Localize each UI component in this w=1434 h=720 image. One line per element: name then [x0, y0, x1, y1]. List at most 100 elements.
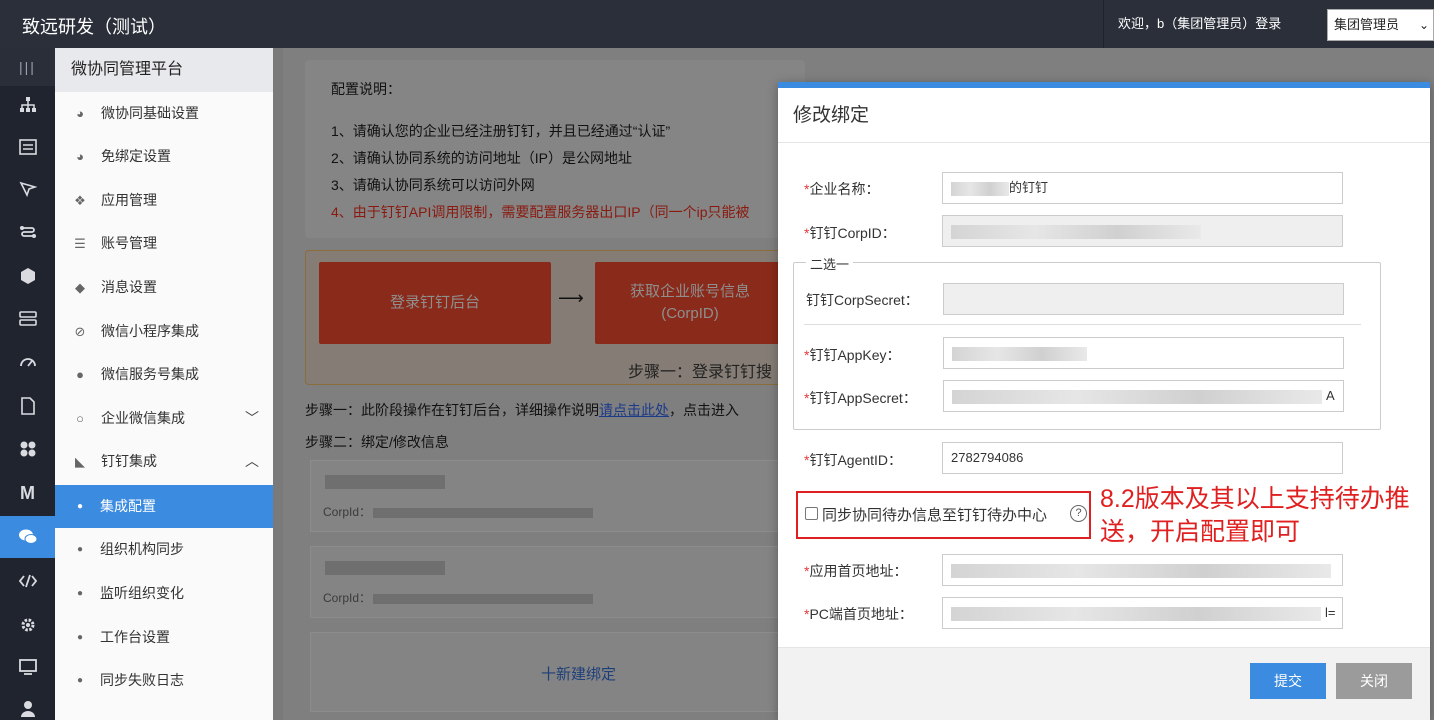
binding-name-masked: [325, 475, 445, 489]
server-icon[interactable]: [0, 298, 55, 340]
sidebar-item-no-bind-settings[interactable]: ◕ 免绑定设置: [55, 135, 273, 178]
bullet-icon: ●: [77, 632, 84, 643]
monitor-icon[interactable]: [0, 646, 55, 688]
step-card-line: (CorpID): [661, 305, 719, 322]
sidebar-item-label: 钉钉集成: [101, 453, 157, 469]
apps-icon[interactable]: [0, 428, 55, 470]
chat-icon: ○: [76, 411, 84, 426]
link-icon: ⊘: [74, 324, 86, 339]
submit-button[interactable]: 提交: [1250, 663, 1326, 699]
flow-icon[interactable]: [0, 211, 55, 253]
close-button[interactable]: 关闭: [1336, 663, 1412, 699]
sidebar-item-dingtalk[interactable]: ◣ 钉钉集成 ︿: [55, 440, 273, 483]
sidebar-subitem-label: 监听组织变化: [100, 585, 184, 601]
sidebar-item-app-management[interactable]: ❖ 应用管理: [55, 179, 273, 222]
company-name-input[interactable]: 的钉钉: [942, 172, 1343, 204]
org-tree-icon[interactable]: [0, 84, 55, 126]
chevron-up-icon: ︿: [245, 453, 259, 469]
corp-secret-input[interactable]: [943, 283, 1344, 315]
new-binding-label: 十新建绑定: [541, 666, 617, 683]
dashboard-icon: ◕: [76, 149, 84, 164]
sidebar-item-label: 应用管理: [101, 192, 157, 208]
step1-link[interactable]: 请点击此处: [599, 402, 669, 418]
sidebar-subitem-integration-config[interactable]: ● 集成配置: [55, 485, 273, 528]
step1-text: 步骤一：此阶段操作在钉钉后台，详细操作说明: [305, 402, 599, 418]
role-select[interactable]: 集团管理员 ⌄: [1327, 9, 1434, 41]
sidebar-item-label: 企业微信集成: [101, 410, 185, 426]
notice-line: 3、请确认协同系统可以访问外网: [331, 177, 535, 193]
app-secret-label: *钉钉AppSecret：: [804, 390, 917, 406]
sync-todo-label[interactable]: 同步协同待办信息至钉钉待办中心: [822, 504, 1047, 525]
code-icon[interactable]: [0, 560, 55, 602]
sidebar-subitem-org-sync[interactable]: ● 组织机构同步: [55, 528, 273, 571]
modal-footer: [778, 647, 1430, 720]
new-binding-button[interactable]: 十新建绑定: [310, 632, 785, 712]
wechat-icon[interactable]: [0, 516, 55, 558]
role-select-value: 集团管理员: [1334, 17, 1400, 32]
dashboard-icon: ◕: [76, 106, 84, 121]
help-icon[interactable]: ?: [1070, 505, 1087, 522]
binding-card[interactable]: CorpId：: [310, 546, 785, 618]
sidebar-item-wecom[interactable]: ○ 企业微信集成 ﹀: [55, 397, 273, 440]
corp-id-input[interactable]: [942, 215, 1343, 247]
sidebar-item-message-settings[interactable]: ◆ 消息设置: [55, 266, 273, 309]
dingtalk-icon: ◣: [75, 454, 85, 469]
agent-id-label: *钉钉AgentID：: [804, 452, 903, 468]
app-key-label: *钉钉AppKey：: [804, 347, 901, 363]
home-url-label: *应用首页地址：: [804, 563, 908, 579]
sidebar: 微协同管理平台 ◕ 微协同基础设置 ◕ 免绑定设置 ❖ 应用管理 ☰ 账号管理 …: [55, 48, 273, 720]
home-url-input[interactable]: [942, 554, 1343, 586]
document-icon[interactable]: [0, 385, 55, 427]
sidebar-item-label: 免绑定设置: [101, 148, 171, 164]
sync-todo-checkbox[interactable]: [805, 507, 818, 520]
sidebar-item-label: 账号管理: [101, 235, 157, 251]
modal-accent-bar: [778, 82, 1430, 88]
menu-toggle-icon[interactable]: |||: [0, 48, 55, 86]
app-secret-tail: A: [1326, 388, 1335, 403]
company-name-value: 的钉钉: [1009, 180, 1049, 195]
form-icon[interactable]: [0, 126, 55, 168]
sidebar-item-label: 微信服务号集成: [101, 366, 199, 382]
m-brand-icon[interactable]: M: [0, 472, 55, 514]
fieldset-legend: 二选一: [806, 254, 854, 273]
top-bar: 致远研发（测试） 欢迎，b（集团管理员）登录 集团管理员 ⌄: [0, 0, 1434, 48]
gauge-icon[interactable]: [0, 341, 55, 383]
corp-id-label: *钉钉CorpID：: [804, 225, 896, 241]
sidebar-item-basic-settings[interactable]: ◕ 微协同基础设置: [55, 92, 273, 135]
sidebar-subitem-workbench[interactable]: ● 工作台设置: [55, 616, 273, 659]
pc-url-tail: l=: [1325, 605, 1336, 620]
icon-rail: ||| M: [0, 48, 55, 720]
app-secret-input[interactable]: A: [943, 380, 1344, 412]
user-icon[interactable]: [0, 688, 55, 720]
car-badge-icon[interactable]: [0, 255, 55, 297]
step2-instruction: 步骤二：绑定/修改信息: [305, 434, 449, 450]
bullet-icon: ●: [77, 544, 84, 555]
binding-card[interactable]: CorpId：: [310, 460, 785, 532]
notice-line-warning: 4、由于钉钉API调用限制，需要配置服务器出口IP（同一个ip只能被: [331, 204, 750, 220]
chevron-down-icon: ⌄: [1418, 18, 1429, 32]
bullet-icon: ●: [77, 501, 84, 512]
step-card-login[interactable]: 登录钉钉后台: [319, 262, 551, 344]
sidebar-item-label: 微信小程序集成: [101, 323, 199, 339]
pc-url-input[interactable]: l=: [942, 597, 1343, 629]
sidebar-title: 微协同管理平台: [55, 48, 273, 92]
company-name-label: *企业名称：: [804, 181, 880, 197]
step-caption: 步骤一：登录钉钉搜: [628, 364, 773, 381]
notice-line: 1、请确认您的企业已经注册钉钉，并且已经通过“认证”: [331, 123, 671, 139]
corp-secret-label: 钉钉CorpSecret：: [806, 292, 919, 308]
sidebar-subitem-sync-failure-log[interactable]: ● 同步失败日志: [55, 659, 273, 702]
divider: [804, 324, 1361, 325]
step-card-corpid[interactable]: 获取企业账号信息 (CorpID): [595, 262, 785, 344]
sidebar-subitem-org-listen[interactable]: ● 监听组织变化: [55, 572, 273, 615]
gear-icon[interactable]: [0, 604, 55, 646]
sidebar-item-wechat-miniprogram[interactable]: ⊘ 微信小程序集成: [55, 310, 273, 353]
step1-instruction: 步骤一：此阶段操作在钉钉后台，详细操作说明请点击此处，点击进入: [305, 400, 739, 420]
agent-id-input[interactable]: 2782794086: [942, 442, 1343, 474]
send-icon[interactable]: [0, 168, 55, 210]
bullet-icon: ●: [77, 588, 84, 599]
agent-id-value: 2782794086: [951, 450, 1024, 465]
app-key-input[interactable]: [943, 337, 1344, 369]
sidebar-item-account-management[interactable]: ☰ 账号管理: [55, 222, 273, 265]
pc-url-label: *PC端首页地址：: [804, 606, 913, 622]
sidebar-item-wechat-service[interactable]: ● 微信服务号集成: [55, 353, 273, 396]
